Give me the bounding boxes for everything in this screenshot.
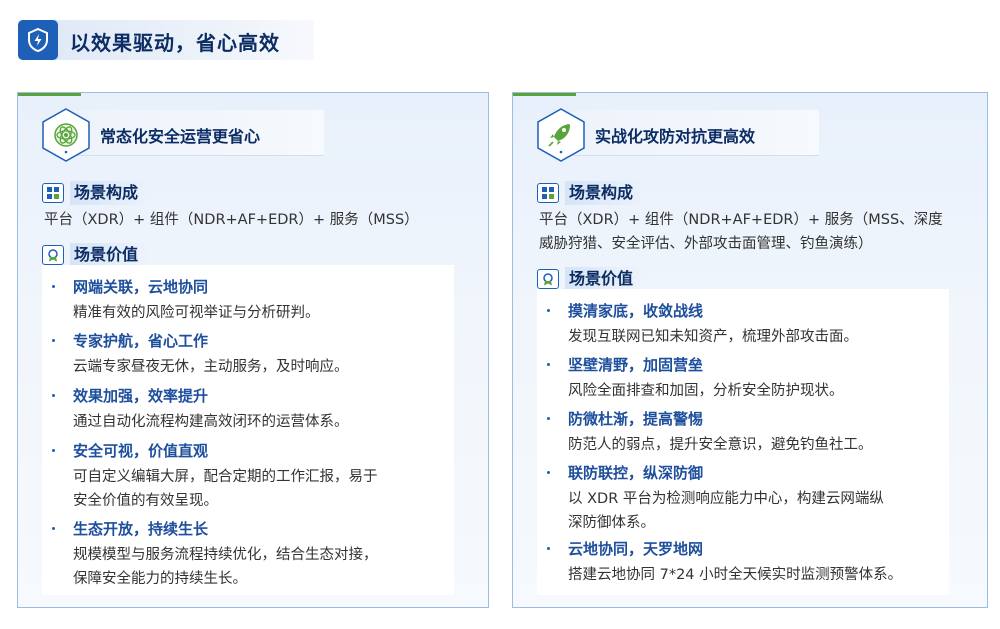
- value-desc-line: 保障安全能力的持续生长。: [73, 571, 247, 587]
- grid-icon: [537, 183, 559, 203]
- composition-line: 威胁狩猎、安全评估、外部攻击面管理、钓鱼演练）: [539, 236, 873, 252]
- value-title: 坚壁清野，加固营垒: [568, 356, 704, 374]
- value-desc-line: 安全价值的有效呈现。: [73, 493, 218, 509]
- atom-icon: [40, 107, 92, 163]
- scenario-card-operations: 常态化安全运营更省心 场景构成 平台（XDR）+ 组件（NDR+AF+EDR）+…: [17, 92, 489, 608]
- value-heading: 场景价值: [537, 267, 648, 291]
- rocket-icon: [535, 107, 587, 163]
- value-desc: 精准有效的风险可视举证与分析研判。: [73, 305, 320, 321]
- bullet-dot: [547, 547, 550, 550]
- value-desc-line: 规模模型与服务流程持续优化，结合生态对接，: [73, 547, 378, 563]
- scenario-card-offense-defense: 实战化攻防对抗更高效 场景构成 平台（XDR）+ 组件（NDR+AF+EDR）+…: [512, 92, 988, 608]
- card-corner-accent: [513, 93, 576, 96]
- bullet-dot: [52, 394, 55, 397]
- value-desc: 云端专家昼夜无休，主动服务，及时响应。: [73, 359, 349, 375]
- bullet-dot: [547, 417, 550, 420]
- composition-label: 场景构成: [565, 181, 648, 205]
- composition-heading: 场景构成: [42, 181, 153, 205]
- composition-line: 平台（XDR）+ 组件（NDR+AF+EDR）+ 服务（MSS、深度: [539, 212, 943, 228]
- value-title: 专家护航，省心工作: [73, 332, 209, 350]
- medal-icon: [42, 245, 64, 265]
- value-desc: 风险全面排查和加固，分析安全防护现状。: [568, 383, 844, 399]
- value-label: 场景价值: [70, 243, 153, 267]
- value-desc: 规模模型与服务流程持续优化，结合生态对接， 保障安全能力的持续生长。: [73, 543, 443, 591]
- value-desc: 以 XDR 平台为检测响应能力中心，构建云网端纵 深防御体系。: [568, 487, 938, 535]
- value-title: 生态开放，持续生长: [73, 520, 209, 538]
- bullet-dot: [547, 363, 550, 366]
- shield-lightning-icon: [18, 20, 58, 60]
- section-header: 以效果驱动，省心高效: [18, 20, 314, 60]
- value-list: 网端关联，云地协同 精准有效的风险可视举证与分析研判。 专家护航，省心工作 云端…: [42, 265, 454, 595]
- value-desc-line: 深防御体系。: [568, 515, 655, 531]
- bullet-dot: [52, 339, 55, 342]
- value-title: 网端关联，云地协同: [73, 278, 209, 296]
- value-desc: 通过自动化流程构建高效闭环的运营体系。: [73, 414, 349, 430]
- value-desc: 可自定义编辑大屏，配合定期的工作汇报，易于 安全价值的有效呈现。: [73, 465, 443, 513]
- value-title: 摸清家底，收敛战线: [568, 302, 704, 320]
- value-desc-line: 以 XDR 平台为检测响应能力中心，构建云网端纵: [568, 491, 884, 507]
- grid-icon: [42, 183, 64, 203]
- composition-text: 平台（XDR）+ 组件（NDR+AF+EDR）+ 服务（MSS、深度 威胁狩猎、…: [539, 208, 943, 256]
- bullet-dot: [547, 309, 550, 312]
- bullet-dot: [547, 471, 550, 474]
- value-list: 摸清家底，收敛战线 发现互联网已知未知资产，梳理外部攻击面。 坚壁清野，加固营垒…: [537, 289, 949, 595]
- bullet-dot: [52, 285, 55, 288]
- value-title: 联防联控，纵深防御: [568, 464, 704, 482]
- card-title: 常态化安全运营更省心: [100, 127, 261, 146]
- medal-icon: [537, 269, 559, 289]
- value-desc: 发现互联网已知未知资产，梳理外部攻击面。: [568, 329, 858, 345]
- bullet-dot: [52, 527, 55, 530]
- composition-label: 场景构成: [70, 181, 153, 205]
- value-desc-line: 可自定义编辑大屏，配合定期的工作汇报，易于: [73, 469, 378, 485]
- card-title: 实战化攻防对抗更高效: [595, 127, 756, 146]
- card-corner-accent: [18, 93, 81, 96]
- value-desc: 搭建云地协同 7*24 小时全天候实时监测预警体系。: [568, 567, 903, 583]
- composition-heading: 场景构成: [537, 181, 648, 205]
- value-desc: 防范人的弱点，提升安全意识，避免钓鱼社工。: [568, 437, 873, 453]
- value-title: 云地协同，天罗地网: [568, 540, 704, 558]
- bullet-dot: [52, 449, 55, 452]
- composition-text: 平台（XDR）+ 组件（NDR+AF+EDR）+ 服务（MSS）: [44, 212, 419, 228]
- value-title: 安全可视，价值直观: [73, 442, 209, 460]
- value-title: 效果加强，效率提升: [73, 387, 209, 405]
- value-heading: 场景价值: [42, 243, 153, 267]
- value-title: 防微杜渐，提高警惕: [568, 410, 704, 428]
- page-title: 以效果驱动，省心高效: [70, 31, 280, 55]
- value-label: 场景价值: [565, 267, 648, 291]
